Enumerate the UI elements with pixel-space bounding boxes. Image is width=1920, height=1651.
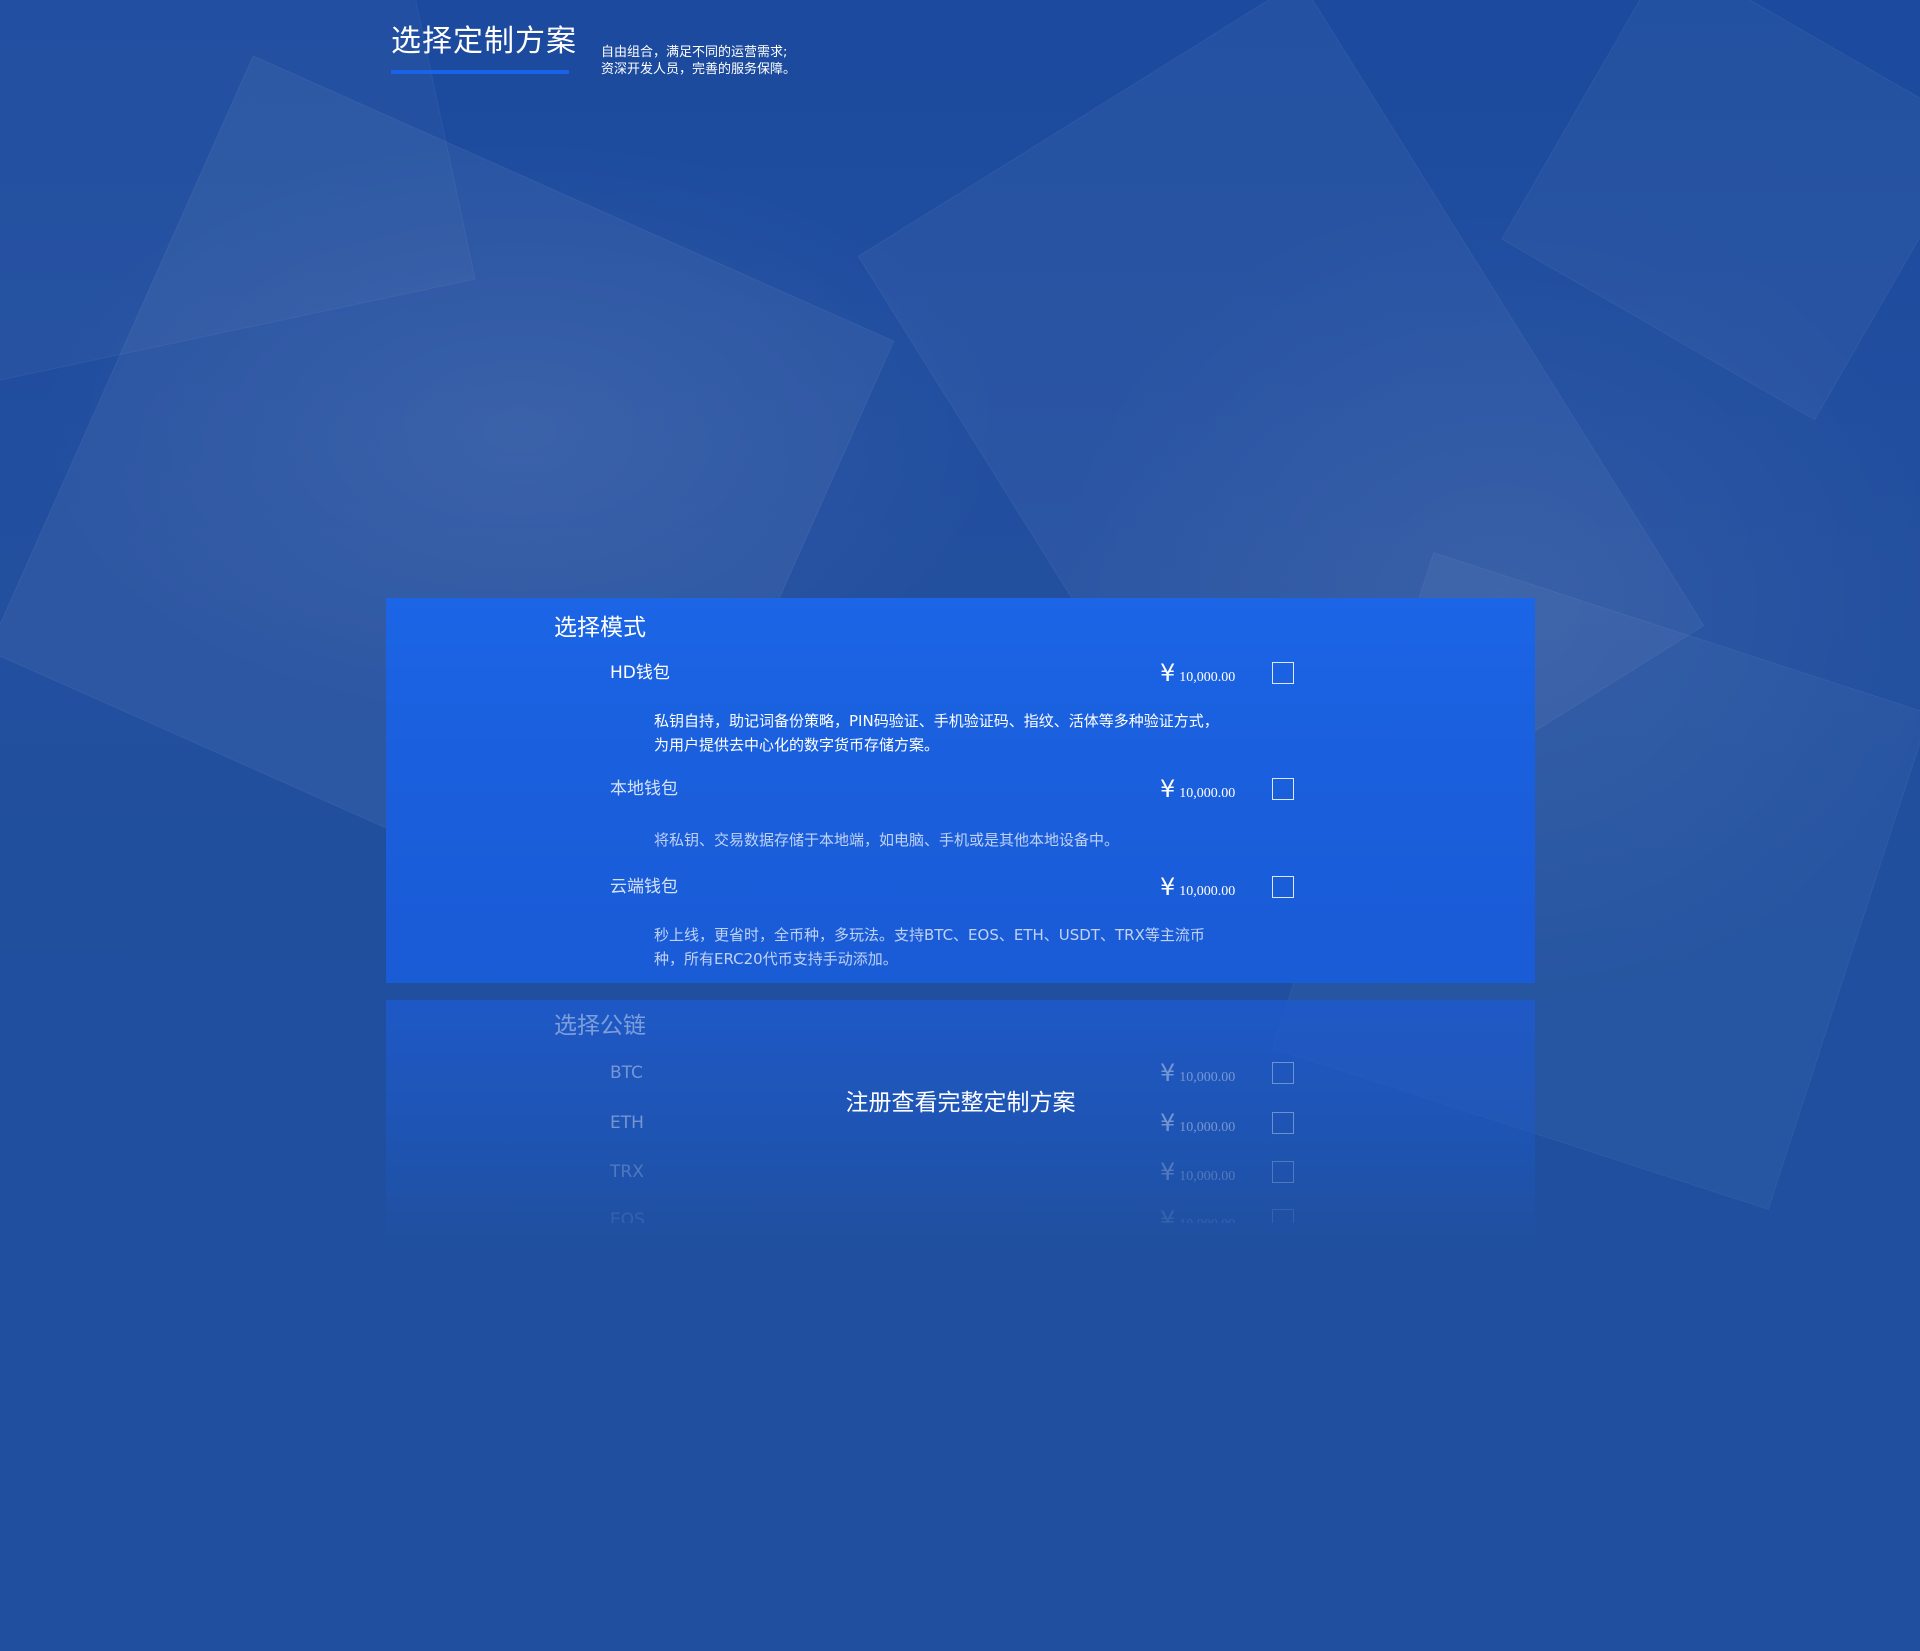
option-checkbox[interactable] [1272, 662, 1294, 684]
description-line: 私钥自持，助记词备份策略，PIN码验证、手机验证码、指纹、活体等多种验证方式， [654, 712, 1219, 730]
option-price: ¥ 10,000.00 [1160, 872, 1235, 907]
option-description: 私钥自持，助记词备份策略，PIN码验证、手机验证码、指纹、活体等多种验证方式， … [654, 709, 1254, 757]
description-line: 将私钥、交易数据存储于本地端，如电脑、手机或是其他本地设备中。 [654, 831, 1120, 849]
background-paper-shape [1501, 0, 1920, 421]
yuan-currency-icon: ¥ [1160, 1059, 1176, 1087]
subtitle-line: 资深开发人员，完善的服务保障。 [601, 62, 797, 77]
option-checkbox[interactable] [1272, 1161, 1294, 1183]
description-line: 秒上线，更省时，全币种，多玩法。支持BTC、EOS、ETH、USDT、TRX等主… [654, 926, 1205, 944]
option-name: EOS [610, 1210, 645, 1223]
yuan-currency-icon: ¥ [1160, 1206, 1176, 1223]
mode-option-local-wallet: 本地钱包 ¥ 10,000.00 [386, 774, 1535, 804]
page-title: 选择定制方案 [391, 24, 577, 59]
mode-option-cloud-wallet: 云端钱包 ¥ 10,000.00 [386, 872, 1535, 902]
chain-option-trx: TRX ¥ 10,000.00 [386, 1157, 1535, 1187]
chain-option-eos: EOS ¥ 10,000.00 [386, 1205, 1535, 1223]
chain-panel: 选择公链 BTC ¥ 10,000.00 ETH ¥ 10,000.00 TRX… [386, 1000, 1535, 1250]
option-checkbox[interactable] [1272, 778, 1294, 800]
option-price: ¥ 10,000.00 [1160, 1205, 1235, 1223]
title-block: 选择定制方案 [391, 22, 577, 74]
yuan-currency-icon: ¥ [1160, 659, 1176, 687]
yuan-currency-icon: ¥ [1160, 775, 1176, 803]
title-underline [391, 70, 569, 74]
option-name: TRX [610, 1162, 644, 1182]
chain-option-btc: BTC ¥ 10,000.00 [386, 1058, 1535, 1088]
mode-option-hd-wallet: HD钱包 ¥ 10,000.00 [386, 658, 1535, 688]
price-amount: 10,000.00 [1179, 884, 1236, 899]
option-description: 将私钥、交易数据存储于本地端，如电脑、手机或是其他本地设备中。 [654, 828, 1254, 852]
subtitle: 自由组合，满足不同的运营需求; 资深开发人员，完善的服务保障。 [601, 44, 796, 78]
price-amount: 10,000.00 [1179, 786, 1236, 801]
option-description: 秒上线，更省时，全币种，多玩法。支持BTC、EOS、ETH、USDT、TRX等主… [654, 923, 1254, 971]
option-price: ¥ 10,000.00 [1160, 658, 1235, 693]
price-amount: 10,000.00 [1179, 1210, 1235, 1223]
price-amount: 10,000.00 [1179, 670, 1236, 685]
option-checkbox[interactable] [1272, 1209, 1294, 1223]
subtitle-line: 自由组合，满足不同的运营需求; [601, 45, 788, 60]
chain-section-title: 选择公链 [554, 1013, 646, 1039]
section-header: 选择定制方案 自由组合，满足不同的运营需求; 资深开发人员，完善的服务保障。 [391, 22, 796, 78]
description-line: 为用户提供去中心化的数字货币存储方案。 [654, 736, 940, 754]
option-checkbox[interactable] [1272, 876, 1294, 898]
option-name: 云端钱包 [610, 877, 678, 897]
yuan-currency-icon: ¥ [1160, 1158, 1176, 1186]
option-price: ¥ 10,000.00 [1160, 1157, 1235, 1192]
option-checkbox[interactable] [1272, 1062, 1294, 1084]
mode-section-title: 选择模式 [554, 615, 646, 641]
option-name: 本地钱包 [610, 779, 678, 799]
option-name: BTC [610, 1063, 643, 1083]
yuan-currency-icon: ¥ [1160, 873, 1176, 901]
option-price: ¥ 10,000.00 [1160, 774, 1235, 809]
option-name: HD钱包 [610, 663, 670, 683]
price-amount: 10,000.00 [1179, 1169, 1236, 1184]
description-line: 种，所有ERC20代币支持手动添加。 [654, 950, 898, 968]
register-to-view-link[interactable]: 注册查看完整定制方案 [386, 1087, 1535, 1119]
mode-panel: 选择模式 HD钱包 ¥ 10,000.00 私钥自持，助记词备份策略，PIN码验… [386, 598, 1535, 983]
